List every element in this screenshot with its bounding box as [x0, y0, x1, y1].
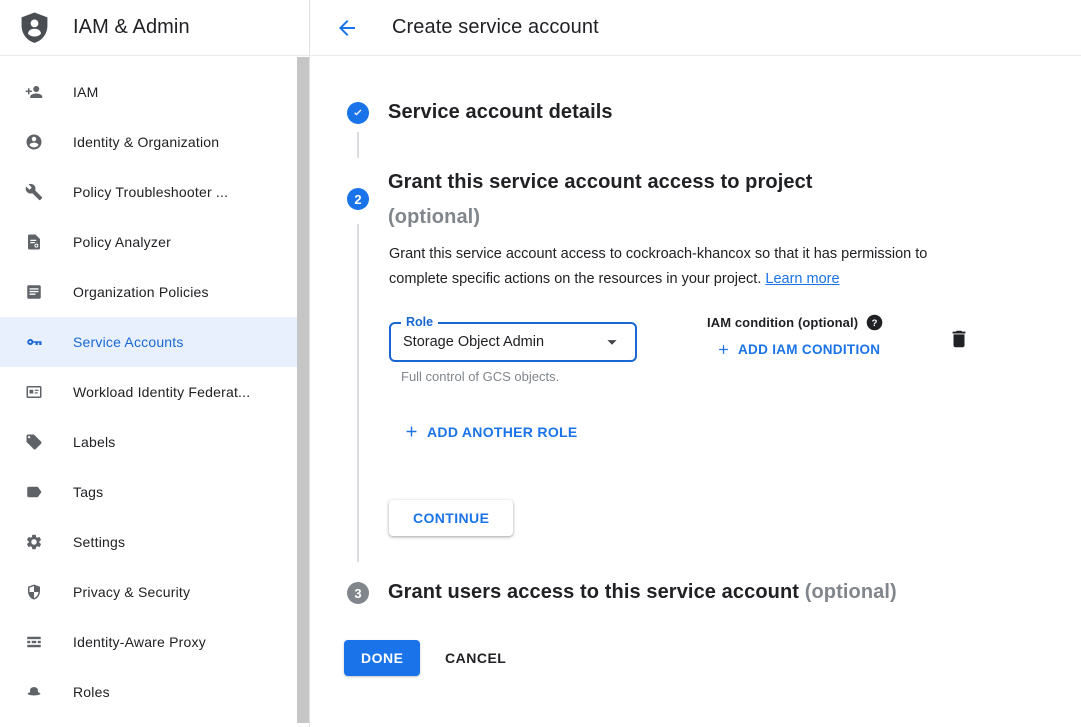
- role-helper-text: Full control of GCS objects.: [401, 369, 559, 384]
- document-icon: [25, 283, 43, 301]
- sidebar-item-identity-organization[interactable]: Identity & Organization: [0, 117, 309, 167]
- badge-card-icon: [25, 383, 43, 401]
- sidebar-item-policy-analyzer[interactable]: Policy Analyzer: [0, 217, 309, 267]
- sidebar-item-roles[interactable]: Roles: [0, 667, 309, 717]
- sidebar-item-tags[interactable]: Tags: [0, 467, 309, 517]
- sidebar-item-label: Settings: [73, 534, 125, 550]
- plus-icon: [716, 342, 731, 357]
- sidebar-item-label: Tags: [73, 484, 103, 500]
- gear-icon: [25, 533, 43, 551]
- step3-optional-label: (optional): [805, 581, 897, 603]
- wrench-icon: [25, 183, 43, 201]
- sidebar-item-label: Privacy & Security: [73, 584, 190, 600]
- sidebar-item-organization-policies[interactable]: Organization Policies: [0, 267, 309, 317]
- step2-description: Grant this service account access to coc…: [389, 242, 989, 292]
- sidebar-scrollbar[interactable]: [297, 57, 309, 723]
- step1-title: Service account details: [388, 101, 613, 124]
- step2-optional-label: (optional): [388, 206, 480, 228]
- step3-number-circle: 3: [347, 582, 369, 604]
- sidebar-item-label: Identity & Organization: [73, 134, 219, 150]
- role-field-label: Role: [401, 315, 438, 329]
- tag-arrow-icon: [25, 483, 43, 501]
- add-another-role-button[interactable]: ADD ANOTHER ROLE: [403, 423, 578, 440]
- sidebar-item-label: Service Accounts: [73, 334, 184, 350]
- add-another-role-label: ADD ANOTHER ROLE: [427, 424, 578, 440]
- proxy-icon: [25, 633, 43, 651]
- sidebar-item-label: Identity-Aware Proxy: [73, 634, 206, 650]
- account-circle-icon: [25, 133, 43, 151]
- step1-completed-check-circle: [347, 102, 369, 124]
- step2-number-circle: 2: [347, 188, 369, 210]
- step3-title-text: Grant users access to this service accou…: [388, 581, 799, 603]
- sidebar-item-label: IAM: [73, 84, 99, 100]
- iam-shield-logo-icon: [19, 11, 50, 45]
- policy-analyzer-icon: [25, 233, 43, 251]
- sidebar-nav: IAM Identity & Organization Policy Troub…: [0, 56, 310, 727]
- delete-role-button[interactable]: [947, 328, 971, 352]
- shield-icon: [25, 583, 43, 601]
- plus-icon: [403, 423, 420, 440]
- label-tag-icon: [25, 433, 43, 451]
- sidebar-item-workload-identity-federation[interactable]: Workload Identity Federat...: [0, 367, 309, 417]
- header-product-section: IAM & Admin: [0, 0, 310, 56]
- help-icon[interactable]: ?: [866, 314, 883, 331]
- svg-text:?: ?: [872, 318, 878, 329]
- header-page-section: Create service account: [310, 0, 1081, 56]
- back-button[interactable]: [335, 16, 359, 40]
- sidebar-item-settings[interactable]: Settings: [0, 517, 309, 567]
- sidebar-item-label: Organization Policies: [73, 284, 209, 300]
- iam-condition-label: IAM condition (optional): [707, 315, 858, 330]
- top-header: IAM & Admin Create service account: [0, 0, 1081, 56]
- step2-title-text: Grant this service account access to pro…: [388, 171, 813, 193]
- sidebar-item-iam[interactable]: IAM: [0, 67, 309, 117]
- sidebar-item-identity-aware-proxy[interactable]: Identity-Aware Proxy: [0, 617, 309, 667]
- check-icon: [351, 106, 365, 120]
- iam-condition-label-row: IAM condition (optional) ?: [707, 314, 883, 331]
- continue-button[interactable]: CONTINUE: [389, 500, 513, 536]
- dropdown-arrow-icon: [601, 331, 623, 353]
- add-iam-condition-button[interactable]: ADD IAM CONDITION: [716, 342, 880, 357]
- sidebar-item-label: Policy Troubleshooter ...: [73, 184, 228, 200]
- sidebar-item-label: Labels: [73, 434, 115, 450]
- role-selected-value: Storage Object Admin: [403, 334, 544, 350]
- step2-number: 2: [354, 192, 361, 207]
- step-connector-line: [357, 224, 359, 562]
- sidebar-item-service-accounts[interactable]: Service Accounts: [0, 317, 309, 367]
- sidebar-item-label: Workload Identity Federat...: [73, 384, 250, 400]
- cancel-button[interactable]: CANCEL: [437, 640, 514, 676]
- done-button[interactable]: DONE: [344, 640, 420, 676]
- step2-description-text: Grant this service account access to coc…: [389, 246, 927, 287]
- sidebar-item-label: Policy Analyzer: [73, 234, 171, 250]
- step2-title: Grant this service account access to pro…: [388, 165, 898, 235]
- page-title: Create service account: [392, 16, 599, 39]
- role-select[interactable]: Role Storage Object Admin: [389, 322, 637, 362]
- iam-admin-console: IAM & Admin Create service account IAM I…: [0, 0, 1081, 727]
- trash-icon: [948, 328, 970, 350]
- sidebar-item-privacy-security[interactable]: Privacy & Security: [0, 567, 309, 617]
- sidebar-item-policy-troubleshooter[interactable]: Policy Troubleshooter ...: [0, 167, 309, 217]
- product-name: IAM & Admin: [73, 16, 190, 39]
- person-add-icon: [25, 83, 43, 101]
- step3-title: Grant users access to this service accou…: [388, 581, 897, 604]
- step3-number: 3: [354, 586, 361, 601]
- learn-more-link[interactable]: Learn more: [765, 271, 839, 287]
- roles-hat-icon: [25, 683, 43, 701]
- sidebar-item-labels[interactable]: Labels: [0, 417, 309, 467]
- add-iam-condition-label: ADD IAM CONDITION: [738, 342, 880, 357]
- step-connector-line: [357, 132, 359, 158]
- service-account-key-icon: [25, 333, 43, 351]
- sidebar-item-label: Roles: [73, 684, 110, 700]
- create-service-account-content: Service account details 2 Grant this ser…: [311, 56, 1081, 727]
- arrow-back-icon: [335, 16, 359, 40]
